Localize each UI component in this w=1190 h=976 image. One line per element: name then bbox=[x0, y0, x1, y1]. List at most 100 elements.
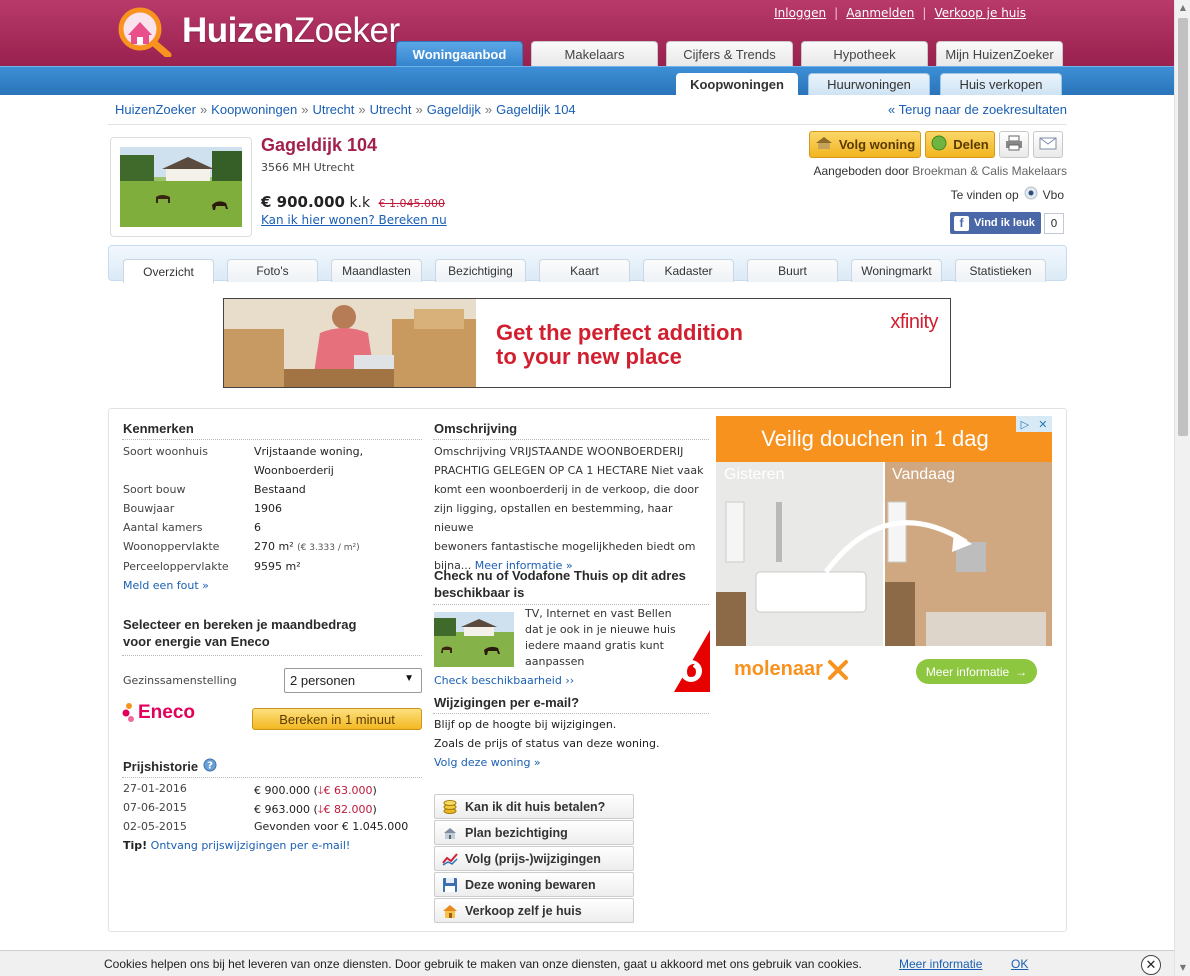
tab-fotos[interactable]: Foto's bbox=[227, 259, 318, 282]
tab-statistieken[interactable]: Statistieken bbox=[955, 259, 1046, 282]
affordability-link[interactable]: Kan ik hier wonen? Bereken nu bbox=[261, 213, 447, 227]
login-link[interactable]: Inloggen bbox=[766, 6, 834, 20]
breadcrumb-item[interactable]: Utrecht bbox=[312, 102, 354, 117]
description-line: bewoners fantastische mogelijkheden bied… bbox=[434, 540, 696, 553]
household-label: Gezinssamenstelling bbox=[123, 674, 237, 687]
banner-advertisement[interactable]: Get the perfect addition to your new pla… bbox=[223, 298, 951, 388]
breadcrumb-item[interactable]: HuizenZoeker bbox=[115, 102, 196, 117]
agent-name[interactable]: Broekman & Calis Makelaars bbox=[912, 164, 1067, 178]
back-to-results-link[interactable]: « Terug naar de zoekresultaten bbox=[888, 102, 1067, 117]
facebook-like-button[interactable]: f Vind ik leuk bbox=[950, 212, 1041, 234]
follow-property-button[interactable]: Volg woning bbox=[809, 131, 921, 158]
house-icon bbox=[442, 903, 458, 919]
scroll-down-icon[interactable]: ▼ bbox=[1178, 963, 1188, 973]
found-on-source[interactable]: Vbo bbox=[1043, 188, 1064, 202]
tab-bezichtiging[interactable]: Bezichtiging bbox=[435, 259, 526, 282]
tab-cijfers-trends[interactable]: Cijfers & Trends bbox=[666, 41, 793, 67]
close-icon[interactable]: ✕ bbox=[1141, 955, 1161, 975]
subtab-koopwoningen[interactable]: Koopwoningen bbox=[676, 73, 798, 95]
tab-kadaster[interactable]: Kadaster bbox=[643, 259, 734, 282]
cookie-bar: Cookies helpen ons bij het leveren van o… bbox=[0, 950, 1174, 976]
facebook-like-widget: f Vind ik leuk 0 bbox=[950, 212, 1064, 234]
property-address: 3566 MH Utrecht bbox=[261, 161, 355, 174]
price-alert-tip: Tip! Ontvang prijswijzigingen per e-mail… bbox=[123, 839, 350, 852]
subtab-huurwoningen[interactable]: Huurwoningen bbox=[808, 73, 930, 95]
print-button[interactable] bbox=[999, 131, 1029, 158]
history-price-change: € 63.000 bbox=[323, 784, 373, 797]
report-error-link[interactable]: Meld een fout » bbox=[123, 579, 209, 592]
farmhouse-thumbnail-image[interactable] bbox=[434, 612, 514, 667]
divider bbox=[433, 713, 709, 714]
tab-woningmarkt[interactable]: Woningmarkt bbox=[851, 259, 942, 282]
breadcrumb-separator: » bbox=[358, 102, 366, 117]
check-availability-link[interactable]: Check beschikbaarheid ›› bbox=[434, 674, 574, 687]
divider bbox=[433, 604, 709, 605]
plan-viewing-button[interactable]: Plan bezichtiging bbox=[434, 820, 634, 845]
follow-changes-button[interactable]: Volg (prijs-)wijzigingen bbox=[434, 846, 634, 871]
cookie-ok-button[interactable]: OK bbox=[1011, 957, 1028, 971]
tab-woningaanbod[interactable]: Woningaanbod bbox=[396, 41, 523, 67]
calculate-energy-button[interactable]: Bereken in 1 minuut bbox=[252, 708, 422, 730]
breadcrumb-item[interactable]: Gageldijk bbox=[427, 102, 481, 117]
facebook-like-count: 0 bbox=[1043, 212, 1064, 234]
property-photo[interactable] bbox=[110, 137, 252, 237]
found-on-label: Te vinden op bbox=[950, 187, 1019, 202]
energy-heading: Selecteer en bereken je maandbedrag voor… bbox=[123, 616, 356, 650]
breadcrumb-item[interactable]: Koopwoningen bbox=[211, 102, 297, 117]
more-info-button[interactable]: Meer informatie → bbox=[916, 659, 1037, 684]
price-alert-link[interactable]: Ontvang prijswijzigingen per e-mail! bbox=[151, 839, 351, 852]
xfinity-logo: xfinity bbox=[890, 311, 938, 333]
ad-choices-icon[interactable]: ▷ ✕ bbox=[1016, 416, 1052, 432]
breadcrumb: HuizenZoeker» Koopwoningen» Utrecht» Utrech… bbox=[115, 102, 576, 117]
plan-viewing-label: Plan bezichtiging bbox=[465, 825, 568, 840]
banner-headline-line: to your new place bbox=[496, 344, 682, 369]
before-label: Gisteren bbox=[724, 466, 785, 483]
description-text: Omschrijving VRIJSTAANDE WOONBOERDERIJ P… bbox=[434, 442, 714, 575]
printer-icon bbox=[1005, 135, 1023, 154]
history-date: 02-05-2015 bbox=[123, 820, 187, 833]
save-property-label: Deze woning bewaren bbox=[465, 877, 596, 892]
history-price-change: € 82.000 bbox=[323, 803, 373, 816]
household-select[interactable]: 2 personen ▼ bbox=[284, 668, 422, 693]
found-on: Te vinden op Vbo bbox=[951, 186, 1064, 203]
tab-hypotheek[interactable]: Hypotheek bbox=[801, 41, 928, 67]
email-button[interactable] bbox=[1033, 131, 1063, 158]
shower-advertisement[interactable]: Veilig douchen in 1 dag ▷ ✕ Gisteren Vand… bbox=[716, 416, 1052, 696]
tab-makelaars[interactable]: Makelaars bbox=[531, 41, 658, 67]
banner-headline: Get the perfect addition to your new pla… bbox=[496, 321, 743, 369]
tab-mijn-huizenzoeker[interactable]: Mijn HuizenZoeker bbox=[936, 41, 1063, 67]
sell-house-link[interactable]: Verkoop je huis bbox=[926, 6, 1034, 20]
site-logo[interactable]: HuizenZoeker bbox=[114, 5, 400, 57]
afford-button[interactable]: Kan ik dit huis betalen? bbox=[434, 794, 634, 819]
dropdown-arrow-icon: ▼ bbox=[404, 673, 414, 684]
save-property-button[interactable]: Deze woning bewaren bbox=[434, 872, 634, 897]
register-link[interactable]: Aanmelden bbox=[838, 6, 922, 20]
sell-yourself-label: Verkoop zelf je huis bbox=[465, 903, 582, 918]
share-globe-icon bbox=[931, 135, 947, 154]
vbo-logo-icon bbox=[1024, 186, 1038, 203]
tab-kaart[interactable]: Kaart bbox=[539, 259, 630, 282]
breadcrumb-item[interactable]: Utrecht bbox=[370, 102, 412, 117]
breadcrumb-current[interactable]: Gageldijk 104 bbox=[496, 102, 576, 117]
history-price: Gevonden voor € 1.045.000 bbox=[254, 820, 409, 833]
follow-property-link[interactable]: Volg deze woning » bbox=[434, 756, 541, 769]
description-line: zijn ligging, opstallen en bestemming, h… bbox=[434, 502, 673, 534]
vodafone-heading-line: beschikbaar is bbox=[434, 585, 525, 600]
share-button[interactable]: Delen bbox=[925, 131, 995, 158]
tab-buurt[interactable]: Buurt bbox=[747, 259, 838, 282]
more-info-label: Meer informatie bbox=[925, 664, 1010, 679]
subtab-huis-verkopen[interactable]: Huis verkopen bbox=[940, 73, 1062, 95]
cookie-more-info-link[interactable]: Meer informatie bbox=[899, 957, 982, 971]
molenaar-logo-text: molenaar bbox=[734, 658, 823, 680]
scroll-up-icon[interactable]: ▲ bbox=[1178, 3, 1188, 13]
help-icon[interactable]: ? bbox=[203, 758, 217, 775]
tab-overzicht[interactable]: Overzicht bbox=[123, 259, 214, 283]
breadcrumb-separator: » bbox=[301, 102, 309, 117]
scrollbar-thumb[interactable] bbox=[1178, 18, 1188, 436]
feature-value: 6 bbox=[254, 521, 261, 534]
price-suffix: k.k bbox=[349, 195, 371, 211]
scrollbar[interactable]: ▲ ▼ bbox=[1174, 0, 1190, 976]
sell-yourself-button[interactable]: Verkoop zelf je huis bbox=[434, 898, 634, 923]
kenmerken-heading: Kenmerken bbox=[123, 421, 194, 436]
tab-maandlasten[interactable]: Maandlasten bbox=[331, 259, 422, 282]
